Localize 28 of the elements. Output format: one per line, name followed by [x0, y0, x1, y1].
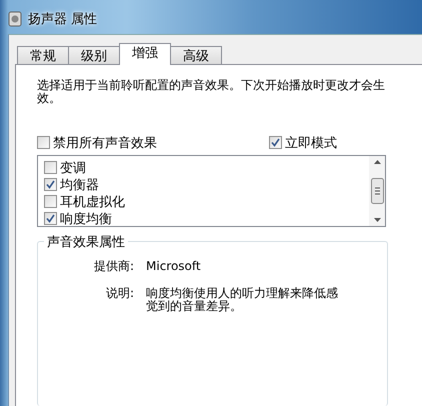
checkbox[interactable]: [44, 195, 57, 208]
property-label: 说明:: [104, 287, 134, 302]
scroll-thumb[interactable]: [370, 178, 384, 204]
checkbox[interactable]: [44, 212, 57, 225]
checkbox[interactable]: [44, 178, 57, 191]
tab[interactable]: 高级: [170, 46, 222, 65]
effect-label[interactable]: 耳机虚拟化: [60, 192, 125, 210]
checkbox-label: 立即模式: [285, 134, 337, 152]
checkbox[interactable]: [37, 136, 50, 149]
effect-label[interactable]: 响度均衡: [60, 210, 112, 228]
scroll-down-icon[interactable]: [374, 218, 380, 222]
speaker-icon: [8, 11, 22, 27]
effect-label[interactable]: 变调: [60, 158, 86, 176]
tab[interactable]: 增强: [119, 43, 171, 65]
property-value: 响度均衡使用人的听力理解来降低感觉到的音量差异。: [146, 287, 339, 313]
checkbox[interactable]: [269, 136, 282, 149]
tab[interactable]: 常规: [17, 46, 69, 65]
description-text: 选择适用于当前聆听配置的声音效果。下次开始播放时更改才会生效。: [37, 79, 386, 105]
property-value: Microsoft: [146, 260, 202, 273]
tab[interactable]: 级别: [68, 46, 120, 65]
group-title: 声音效果属性: [44, 233, 128, 251]
checkbox-label: 禁用所有声音效果: [53, 134, 157, 152]
checkbox[interactable]: [44, 161, 57, 174]
window-title: 扬声器 属性: [28, 11, 98, 28]
effect-label[interactable]: 均衡器: [60, 176, 99, 194]
property-label: 提供商:: [92, 260, 134, 273]
scrollbar[interactable]: [369, 156, 385, 226]
scroll-up-icon[interactable]: [374, 160, 380, 164]
